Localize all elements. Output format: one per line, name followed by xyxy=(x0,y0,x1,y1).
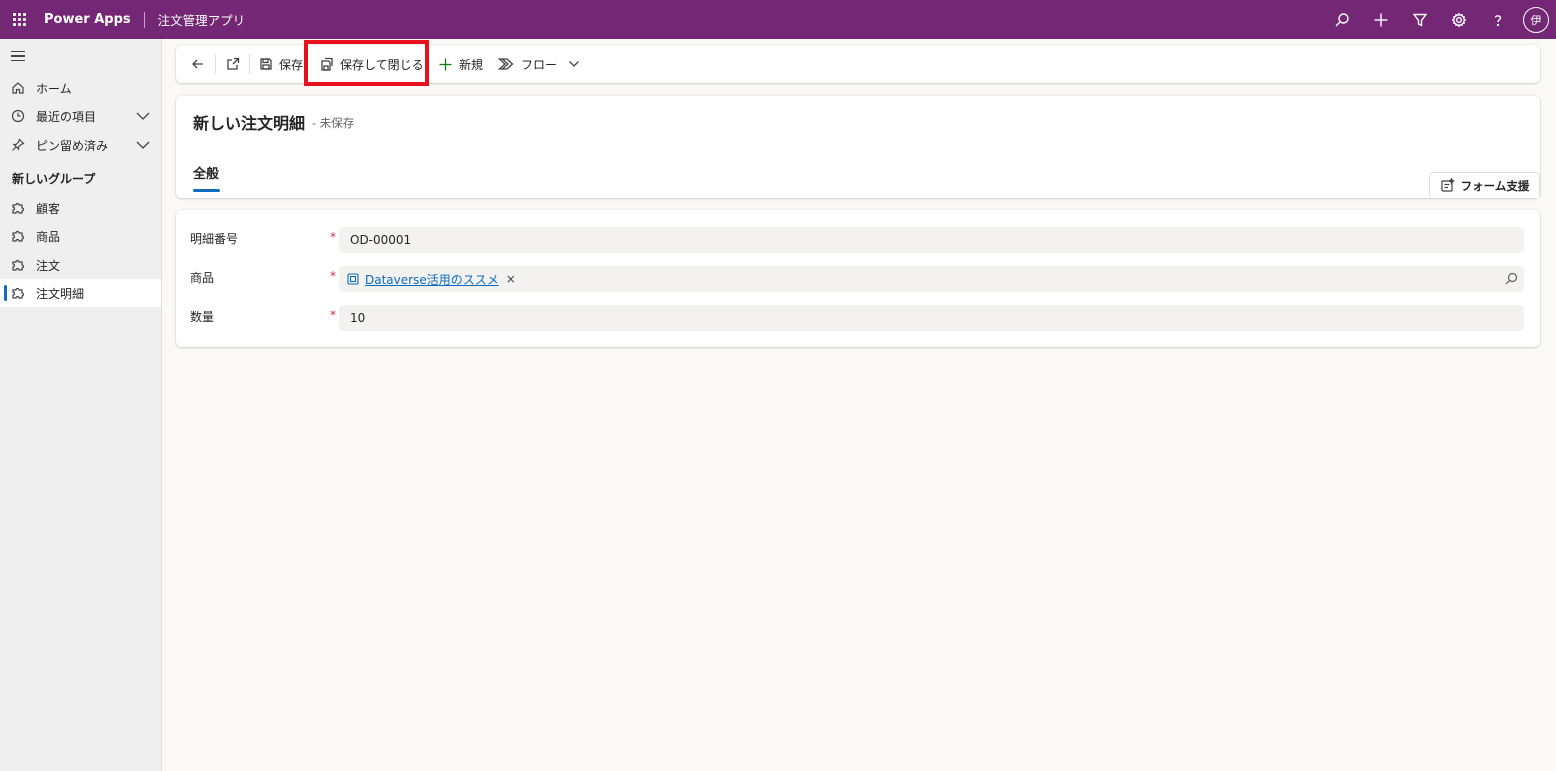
field-label-quantity: 数量 xyxy=(190,310,215,324)
required-indicator: * xyxy=(330,230,336,244)
record-header: 新しい注文明細 - 未保存 全般 フォーム支援 xyxy=(176,96,1540,198)
field-label-line-number: 明細番号 xyxy=(190,232,239,246)
hamburger-icon[interactable] xyxy=(11,51,25,64)
sidebar: ホーム 最近の項目 ピン留め済み 新しいグループ 顧客 商品 注文 注文明細 xyxy=(0,39,162,771)
app-title[interactable]: 注文管理アプリ xyxy=(158,10,246,29)
flow-button[interactable]: フロー xyxy=(498,45,580,83)
sidebar-item-label: 注文 xyxy=(36,258,61,273)
search-icon[interactable] xyxy=(1504,272,1518,289)
save-label: 保存 xyxy=(279,57,304,72)
tab-underline xyxy=(193,189,220,192)
chevron-down-icon xyxy=(569,61,579,67)
quantity-value: 10 xyxy=(350,311,366,325)
puzzle-icon xyxy=(0,258,36,272)
filter-icon[interactable] xyxy=(1400,0,1439,39)
sidebar-item-label: 顧客 xyxy=(36,201,61,216)
top-bar: Power Apps 注文管理アプリ 伊 xyxy=(0,0,1556,39)
required-indicator: * xyxy=(330,269,336,283)
divider xyxy=(143,11,145,28)
form-section: 明細番号 * OD-00001 商品 * Dataverse活用のススメ × 数… xyxy=(176,210,1540,347)
active-indicator xyxy=(4,285,7,301)
entity-icon xyxy=(347,273,359,285)
sidebar-item-label: ホーム xyxy=(36,81,72,96)
form-assist-button[interactable]: フォーム支援 xyxy=(1429,172,1540,198)
save-icon xyxy=(260,58,272,70)
open-new-window-button[interactable] xyxy=(225,45,241,83)
form-assist-icon xyxy=(1441,178,1455,192)
save-button[interactable]: 保存 xyxy=(259,45,303,83)
sidebar-item-recent[interactable]: 最近の項目 xyxy=(0,102,161,130)
pin-icon xyxy=(0,138,36,152)
sidebar-item-pinned[interactable]: ピン留め済み xyxy=(0,131,161,159)
sidebar-item-orders[interactable]: 注文 xyxy=(0,251,161,279)
form-assist-label: フォーム支援 xyxy=(1460,178,1530,193)
app-name[interactable]: Power Apps xyxy=(44,12,131,27)
new-label: 新規 xyxy=(459,57,484,72)
required-indicator: * xyxy=(330,308,336,322)
flow-icon xyxy=(498,58,514,70)
divider xyxy=(215,54,216,74)
new-button[interactable]: 新規 xyxy=(438,45,483,83)
sidebar-item-label: ピン留め済み xyxy=(36,138,109,153)
line-number-input[interactable]: OD-00001 xyxy=(339,227,1524,253)
help-icon[interactable] xyxy=(1478,0,1517,39)
product-lookup[interactable]: Dataverse活用のススメ × xyxy=(339,266,1524,292)
sidebar-item-products[interactable]: 商品 xyxy=(0,222,161,250)
field-label-product: 商品 xyxy=(190,271,215,285)
back-arrow-icon xyxy=(192,59,203,69)
waffle-icon[interactable] xyxy=(0,0,38,39)
avatar[interactable]: 伊 xyxy=(1523,6,1549,33)
sidebar-item-label: 注文明細 xyxy=(36,286,85,301)
quantity-input[interactable]: 10 xyxy=(339,305,1524,331)
sidebar-item-label: 最近の項目 xyxy=(36,109,97,124)
save-status: - 未保存 xyxy=(312,116,355,130)
search-icon[interactable] xyxy=(1322,0,1361,39)
line-number-value: OD-00001 xyxy=(350,233,412,247)
sidebar-group-title: 新しいグループ xyxy=(12,172,96,186)
highlight-box xyxy=(304,40,429,86)
page-title: 新しい注文明細 xyxy=(193,114,306,133)
remove-icon[interactable]: × xyxy=(506,272,516,286)
puzzle-icon xyxy=(0,229,36,243)
sidebar-item-home[interactable]: ホーム xyxy=(0,74,161,102)
chevron-down-icon[interactable] xyxy=(136,110,150,124)
back-button[interactable] xyxy=(190,45,206,83)
sidebar-item-order-details[interactable]: 注文明細 xyxy=(0,279,161,307)
gear-icon[interactable] xyxy=(1439,0,1478,39)
product-lookup-tag[interactable]: Dataverse活用のススメ xyxy=(347,271,499,288)
puzzle-icon xyxy=(0,201,36,215)
sidebar-item-label: 商品 xyxy=(36,229,61,244)
clock-icon xyxy=(0,109,36,123)
chevron-down-icon[interactable] xyxy=(136,139,150,153)
home-icon xyxy=(0,81,36,95)
sidebar-item-customers[interactable]: 顧客 xyxy=(0,194,161,222)
plus-icon[interactable] xyxy=(1361,0,1400,39)
divider xyxy=(249,54,250,74)
plus-icon xyxy=(439,58,452,70)
flow-label: フロー xyxy=(521,57,558,72)
pop-out-icon xyxy=(227,57,240,70)
tab-general[interactable]: 全般 xyxy=(193,163,219,182)
product-lookup-link[interactable]: Dataverse活用のススメ xyxy=(365,271,499,288)
